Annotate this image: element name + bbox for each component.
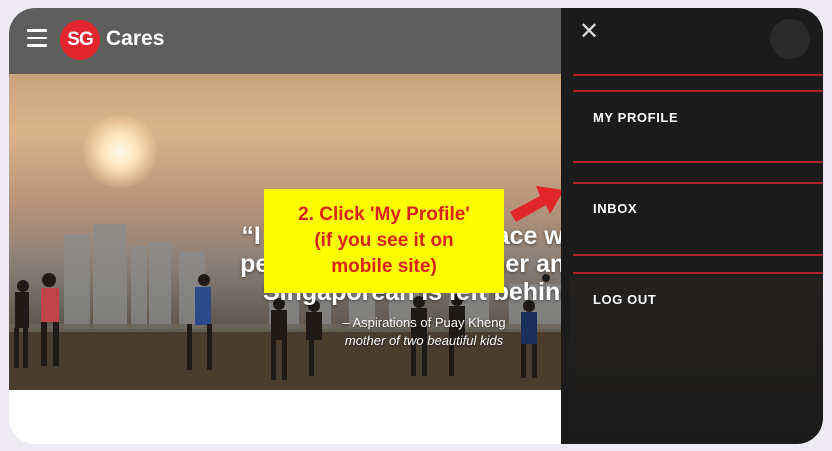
attribution-name: – Aspirations of Puay Kheng (342, 315, 506, 330)
menu-item-log-out[interactable]: LOG OUT (593, 292, 656, 307)
tutorial-callout: 2. Click 'My Profile' (if you see it on … (264, 189, 504, 293)
menu-item-my-profile[interactable]: MY PROFILE (593, 110, 678, 125)
carousel-dot[interactable] (542, 274, 550, 282)
quote-attribution: – Aspirations of Puay Kheng mother of tw… (304, 314, 544, 350)
logo-text[interactable]: Cares (106, 27, 164, 51)
hamburger-menu-icon[interactable] (27, 29, 47, 47)
divider (573, 74, 823, 76)
callout-line: 2. Click 'My Profile' (298, 204, 470, 225)
attribution-subtitle: mother of two beautiful kids (344, 333, 504, 348)
callout-line: (if you see it on (314, 230, 454, 251)
divider (573, 272, 823, 274)
top-app-bar: SG Cares (9, 8, 569, 74)
side-drawer: ✕ MY PROFILE INBOX LOG OUT (561, 8, 823, 444)
screenshot-frame: SG Cares “I place w an behin – Aspiratio… (9, 8, 823, 444)
avatar[interactable] (770, 19, 810, 59)
divider (573, 161, 823, 163)
hero-banner: “I hope we live in a place where people … (9, 74, 569, 390)
callout-line: mobile site) (331, 256, 437, 277)
close-icon[interactable]: ✕ (579, 20, 599, 44)
menu-item-inbox[interactable]: INBOX (593, 201, 637, 216)
divider (573, 90, 823, 92)
divider (573, 254, 823, 256)
sg-logo-badge[interactable]: SG (60, 20, 100, 60)
pointer-arrow-icon (510, 186, 564, 222)
divider (573, 182, 823, 184)
